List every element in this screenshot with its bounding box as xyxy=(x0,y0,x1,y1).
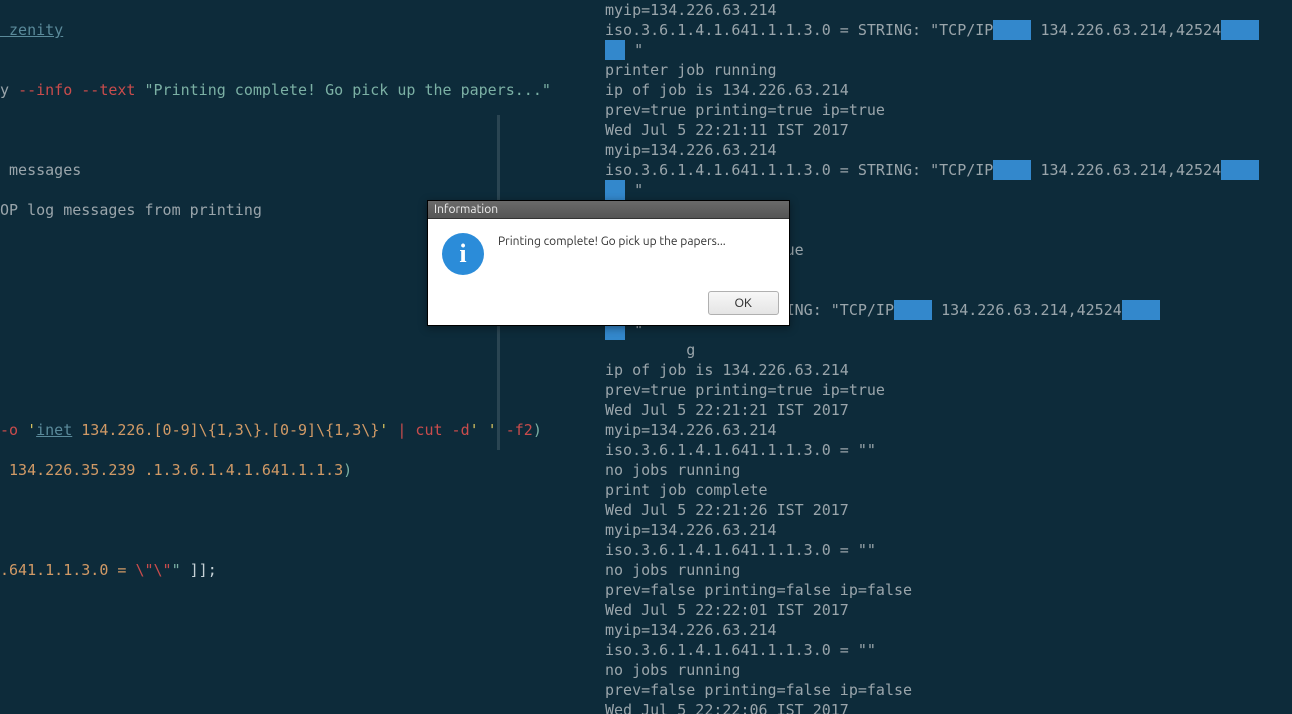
code-string: "Printing complete! Go pick up the paper… xyxy=(145,81,551,99)
selection-highlight xyxy=(1221,160,1259,180)
selection-highlight xyxy=(605,40,625,60)
selection-highlight xyxy=(993,160,1031,180)
selection-highlight xyxy=(993,20,1031,40)
code-paren: ) xyxy=(343,461,352,479)
selection-highlight xyxy=(1221,20,1259,40)
terminal-pane[interactable]: myip=134.226.63.214iso.3.6.1.4.1.641.1.1… xyxy=(605,0,1292,714)
terminal-line: no jobs running xyxy=(605,660,1292,680)
code-option: -d xyxy=(452,421,470,439)
editor-pane: zenity y --info --text "Printing complet… xyxy=(0,0,605,714)
selection-highlight xyxy=(1122,300,1160,320)
terminal-line: iso.3.6.1.4.1.641.1.1.3.0 = STRING: "TCP… xyxy=(605,20,1292,40)
dialog-actions: OK xyxy=(428,285,789,325)
terminal-line: iso.3.6.1.4.1.641.1.1.3.0 = "" xyxy=(605,440,1292,460)
code-option: --info --text xyxy=(18,81,135,99)
code-number: 134.226.35.239 .1.3.6.1.4.1.641.1.1.3 xyxy=(0,461,343,479)
code-quote: ' xyxy=(27,421,36,439)
code-cmd: cut xyxy=(415,421,451,439)
terminal-line: print job complete xyxy=(605,480,1292,500)
terminal-line: iso.3.6.1.4.1.641.1.1.3.0 = STRING: "TCP… xyxy=(605,160,1292,180)
terminal-line: no jobs running xyxy=(605,460,1292,480)
terminal-line: " xyxy=(605,40,1292,60)
code-text: messages xyxy=(0,160,605,180)
terminal-line: no jobs running xyxy=(605,560,1292,580)
terminal-line: iso.3.6.1.4.1.641.1.1.3.0 = "" xyxy=(605,640,1292,660)
code-quote: ' xyxy=(488,421,497,439)
code-end: ]]; xyxy=(181,561,217,579)
terminal-line: printer job running xyxy=(605,60,1292,80)
ok-button[interactable]: OK xyxy=(708,291,779,315)
selection-highlight xyxy=(894,300,932,320)
code-quote: ' xyxy=(379,421,388,439)
code-pattern: 134.226.[0-9]\{1,3\}.[0-9]\{1,3\} xyxy=(72,421,379,439)
terminal-line: Wed Jul 5 22:22:01 IST 2017 xyxy=(605,600,1292,620)
code-escape: \"\" xyxy=(135,561,171,579)
code-quote: ' xyxy=(470,421,479,439)
inet-link: inet xyxy=(36,421,72,439)
code-option: -o xyxy=(0,421,18,439)
terminal-line: ip of job is 134.226.63.214 xyxy=(605,80,1292,100)
dialog-body: i Printing complete! Go pick up the pape… xyxy=(428,219,789,285)
code-number: .641.1.1.3.0 = xyxy=(0,561,135,579)
terminal-line: Wed Jul 5 22:21:26 IST 2017 xyxy=(605,500,1292,520)
dialog-titlebar[interactable]: Information xyxy=(428,201,789,219)
terminal-line: myip=134.226.63.214 xyxy=(605,520,1292,540)
terminal-line: myip=134.226.63.214 xyxy=(605,140,1292,160)
zenity-link: zenity xyxy=(0,21,63,39)
code-text: y xyxy=(0,81,18,99)
terminal-line: g xyxy=(605,340,1292,360)
terminal-line: prev=false printing=false ip=false xyxy=(605,680,1292,700)
code-paren: ) xyxy=(533,421,542,439)
dialog-message: Printing complete! Go pick up the papers… xyxy=(498,233,726,248)
terminal-line: prev=false printing=false ip=false xyxy=(605,580,1292,600)
code-pipe: | xyxy=(388,421,415,439)
terminal-line: myip=134.226.63.214 xyxy=(605,0,1292,20)
terminal-line: Wed Jul 5 22:22:06 IST 2017 xyxy=(605,700,1292,714)
terminal-line: myip=134.226.63.214 xyxy=(605,620,1292,640)
terminal-line: prev=true printing=true ip=true xyxy=(605,100,1292,120)
terminal-line: myip=134.226.63.214 xyxy=(605,420,1292,440)
info-dialog: Information i Printing complete! Go pick… xyxy=(427,200,790,326)
terminal-line: ip of job is 134.226.63.214 xyxy=(605,360,1292,380)
code-space xyxy=(479,421,488,439)
terminal-line: " xyxy=(605,180,1292,200)
code-quote: " xyxy=(172,561,181,579)
terminal-line: prev=true printing=true ip=true xyxy=(605,380,1292,400)
selection-highlight xyxy=(605,180,625,200)
terminal-line: iso.3.6.1.4.1.641.1.1.3.0 = "" xyxy=(605,540,1292,560)
terminal-line: Wed Jul 5 22:21:21 IST 2017 xyxy=(605,400,1292,420)
info-icon: i xyxy=(442,233,484,275)
code-option: -f2 xyxy=(497,421,533,439)
terminal-line: Wed Jul 5 22:21:11 IST 2017 xyxy=(605,120,1292,140)
